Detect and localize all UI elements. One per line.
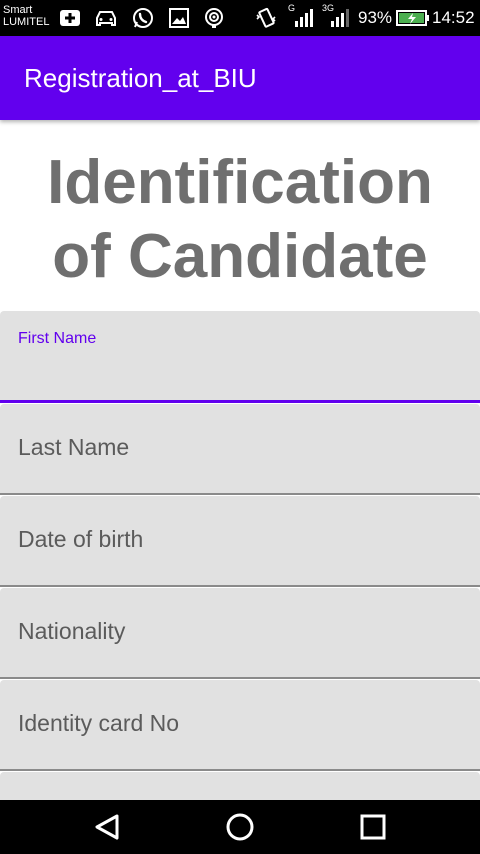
first-name-input[interactable] <box>18 363 462 395</box>
signal-3g-icon: 3G <box>322 3 352 29</box>
vibrate-icon <box>254 7 278 29</box>
nationality-underline <box>0 677 480 679</box>
car-icon <box>94 7 118 29</box>
heading-line-2: of Candidate <box>52 222 428 291</box>
navigation-bar <box>0 800 480 854</box>
last-name-underline <box>0 493 480 495</box>
app-title: Registration_at_BIU <box>24 63 257 93</box>
network-g-label: G <box>288 3 296 13</box>
image-icon <box>167 7 191 29</box>
identity-card-field[interactable]: Identity card No <box>0 680 480 771</box>
last-name-label: Last Name <box>18 434 130 460</box>
date-of-birth-label: Date of birth <box>18 526 144 552</box>
network-3g-label: 3G <box>322 3 335 13</box>
carrier-label: Smart LUMITEL <box>3 4 49 28</box>
back-icon[interactable] <box>87 810 127 844</box>
first-name-underline <box>0 400 480 403</box>
nationality-label: Nationality <box>18 618 126 644</box>
radar-icon <box>202 7 226 29</box>
whatsapp-icon <box>131 7 155 29</box>
heading-line-1: Identification <box>47 148 433 217</box>
first-name-field[interactable]: First Name <box>0 311 480 403</box>
nationality-field[interactable]: Nationality <box>0 588 480 679</box>
signal-icon: G <box>288 3 316 29</box>
last-name-field[interactable]: Last Name <box>0 404 480 495</box>
date-of-birth-underline <box>0 585 480 587</box>
battery-charging-icon <box>396 7 430 29</box>
home-icon[interactable] <box>220 810 260 844</box>
identity-card-underline <box>0 769 480 771</box>
clock: 14:52 <box>432 8 475 27</box>
app-bar: Registration_at_BIU <box>0 36 480 120</box>
date-of-birth-field[interactable]: Date of birth <box>0 496 480 587</box>
identity-card-label: Identity card No <box>18 710 180 736</box>
status-bar: Smart LUMITEL G 3G 93% 14:52 <box>0 0 480 36</box>
carrier-line-1: Smart <box>3 4 33 16</box>
page-heading: Identification of Candidate <box>0 146 480 294</box>
recents-icon[interactable] <box>353 810 393 844</box>
battery-percent: 93% <box>358 8 393 27</box>
carrier-line-2: LUMITEL <box>3 16 50 28</box>
first-name-label: First Name <box>18 330 97 347</box>
plus-box-icon <box>58 7 82 29</box>
